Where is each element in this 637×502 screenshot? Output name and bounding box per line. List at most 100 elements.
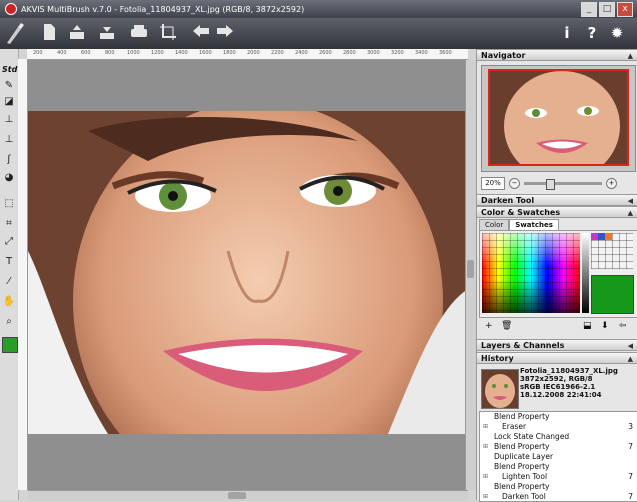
list-item[interactable]: Duplicate Layer — [480, 452, 637, 462]
history-header[interactable]: History ▲ — [477, 352, 637, 364]
blur-tool-icon[interactable]: ◕ — [2, 171, 16, 185]
navigator-preview[interactable] — [481, 65, 636, 172]
minimize-button[interactable]: _ — [581, 2, 597, 17]
brush-tool-icon[interactable]: ✎ — [2, 79, 16, 93]
history-snapshot-thumbnail[interactable] — [481, 369, 519, 409]
zoom-slider[interactable] — [524, 178, 602, 190]
greyscale-strip[interactable] — [582, 233, 589, 313]
standard-tool[interactable]: Std — [2, 63, 17, 77]
new-file-icon[interactable] — [38, 23, 60, 43]
selected-color-swatch[interactable] — [591, 275, 634, 314]
image-canvas[interactable] — [28, 60, 465, 490]
crop-tool-icon[interactable]: ⌗ — [2, 217, 16, 231]
history-item-count: 7 — [628, 442, 633, 451]
foreground-color-swatch[interactable] — [2, 337, 18, 353]
recent-swatches[interactable] — [591, 233, 633, 269]
swatches-grid[interactable] — [479, 230, 637, 318]
history-date: 18.12.2008 22:41:04 — [520, 391, 602, 399]
history-title: History — [481, 354, 514, 363]
history-item-label: Blend Property — [494, 442, 550, 451]
ruler-label: 3000 — [367, 50, 380, 56]
load-swatches-icon[interactable]: ⬓ — [583, 321, 592, 331]
maximize-button[interactable]: □ — [599, 2, 615, 17]
ruler-label: 2400 — [295, 50, 308, 56]
portrait-photo — [28, 111, 465, 434]
list-item[interactable]: ⊞ Darken Tool 7 — [480, 492, 637, 501]
help-icon[interactable]: ? — [581, 23, 603, 43]
color-spectrum[interactable] — [482, 233, 580, 313]
undo-arrow-icon[interactable] — [190, 23, 212, 43]
expand-plus-icon[interactable]: ⊞ — [483, 492, 488, 501]
delete-swatch-icon[interactable]: 🗑 — [501, 321, 512, 331]
tab-color[interactable]: Color — [479, 219, 510, 230]
reset-swatches-icon[interactable]: ⇦ — [619, 321, 627, 331]
horizontal-ruler: 200 400 600 800 1000 1200 1400 1600 1800… — [27, 49, 468, 60]
list-item[interactable]: Blend Property — [480, 462, 637, 472]
history-item-label: Eraser — [502, 422, 527, 431]
text-tool-icon[interactable]: T — [2, 255, 16, 269]
redo-arrow-icon[interactable] — [214, 23, 236, 43]
smudge-tool-icon[interactable]: ʃ — [2, 153, 16, 167]
expand-arrow-icon[interactable]: ◀ — [628, 340, 633, 352]
crop-icon[interactable] — [157, 23, 179, 43]
ruler-label: 800 — [105, 50, 115, 56]
history-item-label: Darken Tool — [502, 492, 546, 501]
ruler-label: 3400 — [415, 50, 428, 56]
list-item[interactable]: Lock State Changed — [480, 432, 637, 442]
color-swatches-header[interactable]: Color & Swatches ▲ — [477, 206, 637, 218]
stamp-tool-icon[interactable]: ⊥ — [2, 113, 16, 127]
scroll-thumb[interactable] — [467, 260, 474, 278]
selection-tool-icon[interactable]: ⬚ — [2, 197, 16, 211]
open-file-icon[interactable] — [66, 23, 88, 43]
zoom-tool-icon[interactable]: ⌕ — [2, 315, 16, 329]
zoom-out-button[interactable]: − — [509, 177, 520, 189]
clone-tool-icon[interactable]: ⊥ — [2, 133, 16, 147]
eraser-tool-icon[interactable]: ◪ — [2, 95, 16, 109]
zoom-slider-knob[interactable] — [546, 178, 555, 190]
collapse-arrow-icon[interactable]: ▲ — [628, 50, 633, 62]
expand-plus-icon[interactable]: ⊞ — [483, 472, 488, 482]
expand-plus-icon[interactable]: ⊞ — [483, 422, 488, 432]
list-item[interactable]: ⊞ Eraser 3 — [480, 422, 637, 432]
ruler-label: 1000 — [127, 50, 140, 56]
darken-tool-title: Darken Tool — [481, 196, 535, 205]
save-swatches-icon[interactable]: ⬇ — [601, 321, 609, 331]
eyedropper-tool-icon[interactable]: ⁄ — [2, 275, 16, 289]
collapse-arrow-icon[interactable]: ▲ — [628, 353, 633, 365]
history-list[interactable]: Blend Property ⊞ Eraser 3 Lock State Cha… — [479, 411, 637, 502]
zoom-in-button[interactable]: + — [606, 177, 617, 189]
vertical-scrollbar[interactable] — [465, 60, 476, 490]
hand-tool-icon[interactable]: ✋ — [2, 295, 16, 309]
darken-tool-header[interactable]: Darken Tool ◀ — [477, 194, 637, 206]
navigator-viewport-frame[interactable] — [488, 69, 629, 166]
collapse-arrow-icon[interactable]: ▲ — [628, 207, 633, 219]
list-item[interactable]: ⊞ Lighten Tool 7 — [480, 472, 637, 482]
history-item-label: Blend Property — [494, 482, 550, 491]
layers-channels-header[interactable]: Layers & Channels ◀ — [477, 339, 637, 351]
list-item[interactable]: Blend Property — [480, 482, 637, 492]
close-button[interactable]: x — [617, 2, 633, 17]
ruler-label: 400 — [57, 50, 67, 56]
history-color-profile: sRGB IEC61966-2.1 — [520, 383, 596, 391]
print-icon[interactable] — [128, 23, 150, 43]
move-tool-icon[interactable]: ⤢ — [2, 235, 16, 249]
navigator-header[interactable]: Navigator ▲ — [477, 49, 637, 61]
navigator-title: Navigator — [481, 51, 526, 60]
add-swatch-icon[interactable]: + — [485, 321, 493, 331]
zoom-level-field[interactable]: 20% — [481, 176, 505, 190]
horizontal-scrollbar[interactable] — [28, 490, 468, 501]
ruler-label: 2600 — [319, 50, 332, 56]
save-file-icon[interactable] — [96, 23, 118, 43]
history-item-label: Lock State Changed — [494, 432, 570, 441]
history-file-name: Fotolia_11804937_XL.jpg — [520, 367, 618, 375]
expand-plus-icon[interactable]: ⊞ — [483, 442, 488, 452]
list-item[interactable]: ⊞ Blend Property 7 — [480, 442, 637, 452]
list-item[interactable]: Blend Property — [480, 412, 637, 422]
settings-gear-icon[interactable]: ✹ — [606, 23, 628, 43]
right-panel: Navigator ▲ 20% − + Darken Tool ◀ Color … — [476, 49, 637, 502]
brush-logo-icon — [4, 21, 26, 44]
scroll-thumb[interactable] — [228, 492, 246, 499]
tab-swatches[interactable]: Swatches — [509, 219, 559, 230]
info-icon[interactable]: i — [556, 23, 578, 43]
ruler-label: 1200 — [151, 50, 164, 56]
